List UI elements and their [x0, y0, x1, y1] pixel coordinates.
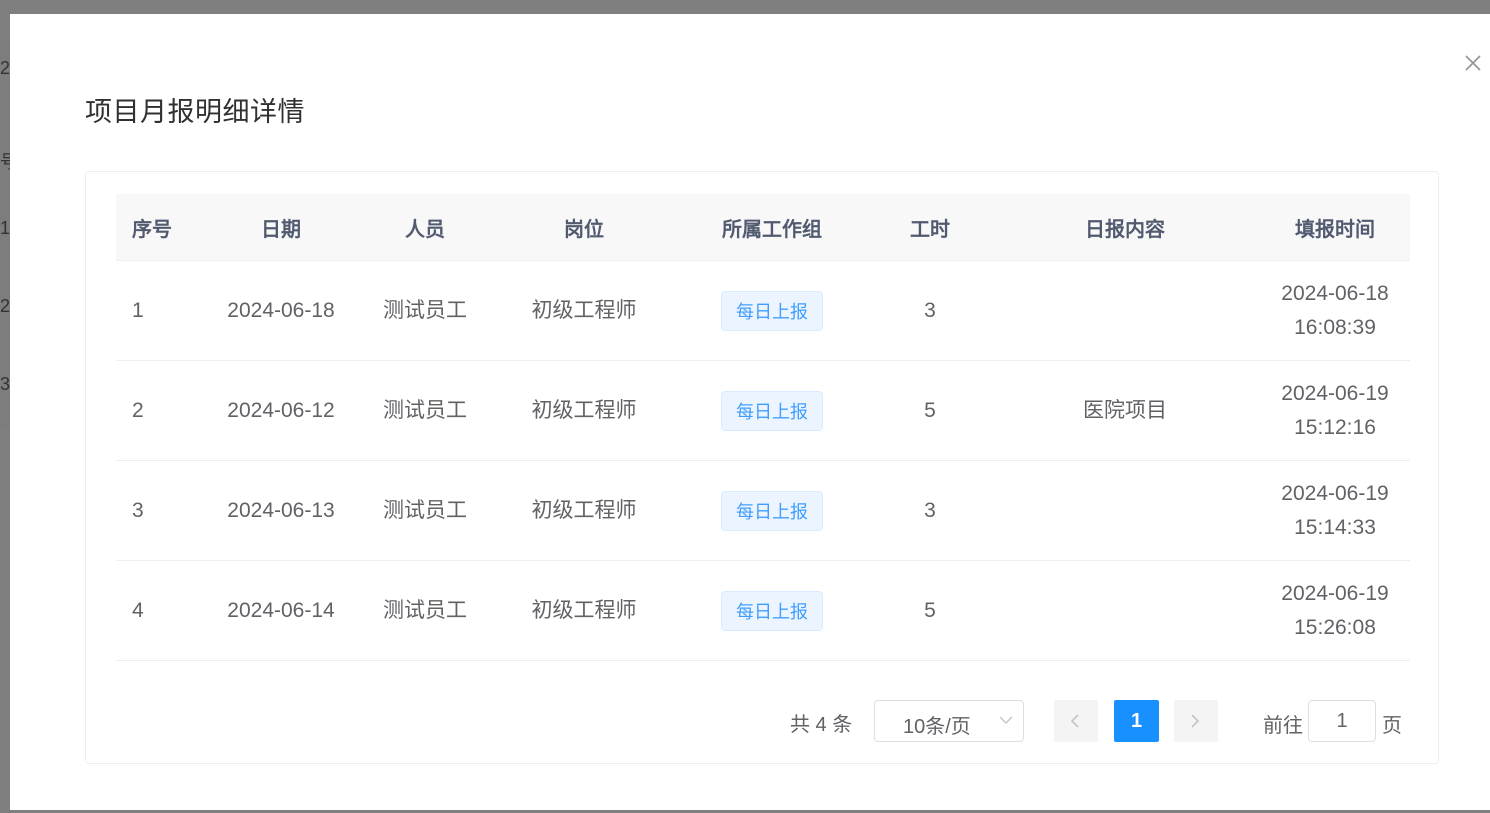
cell-hours: 5 [870, 360, 990, 461]
chevron-left-icon [1070, 714, 1079, 728]
cell-index: 3 [116, 460, 206, 561]
page-number-current[interactable]: 1 [1114, 700, 1159, 742]
cell-group: 每日上报 [674, 460, 870, 561]
cell-person: 测试员工 [356, 560, 494, 661]
column-header-content[interactable]: 日报内容 [990, 194, 1260, 261]
group-tag: 每日上报 [721, 290, 823, 331]
cell-position: 初级工程师 [494, 260, 674, 361]
column-header-person[interactable]: 人员 [356, 194, 494, 261]
filled-date: 2024-06-19 [1281, 381, 1389, 405]
goto-label: 前往 [1263, 715, 1303, 737]
filled-time: 15:12:16 [1294, 415, 1376, 439]
next-page-button[interactable] [1174, 700, 1218, 742]
column-header-filled-time[interactable]: 填报时间 [1260, 194, 1410, 261]
table-row[interactable]: 4 2024-06-14 测试员工 初级工程师 每日上报 5 2024-06-1… [116, 560, 1410, 661]
chevron-right-icon [1191, 714, 1200, 728]
cell-date: 2024-06-12 [206, 360, 356, 461]
cell-group: 每日上报 [674, 260, 870, 361]
filled-time: 15:26:08 [1294, 615, 1376, 639]
close-icon[interactable] [1462, 52, 1484, 74]
page-size-value: 10条/页 [903, 716, 971, 738]
cell-index: 4 [116, 560, 206, 661]
cell-group: 每日上报 [674, 560, 870, 661]
cell-person: 测试员工 [356, 260, 494, 361]
table-card: 序号 日期 人员 岗位 所属工作组 工时 日报内容 填报时间 1 2024-06… [85, 171, 1439, 764]
cell-filled-time: 2024-06-19 15:26:08 [1260, 560, 1410, 661]
detail-dialog: 项目月报明细详情 序号 日期 人员 岗位 所属工作组 工时 日报内容 填报时间 [10, 14, 1490, 810]
background-fragment-text: 2 [0, 296, 11, 316]
cell-filled-time: 2024-06-19 15:14:33 [1260, 460, 1410, 561]
column-header-date[interactable]: 日期 [206, 194, 356, 261]
background-table-fragment: 2 号 1 2 3 [0, 40, 18, 430]
cell-person: 测试员工 [356, 360, 494, 461]
cell-position: 初级工程师 [494, 460, 674, 561]
cell-position: 初级工程师 [494, 560, 674, 661]
page-size-select[interactable]: 10条/页 [874, 700, 1024, 742]
table-header-row: 序号 日期 人员 岗位 所属工作组 工时 日报内容 填报时间 [116, 194, 1410, 261]
detail-table: 序号 日期 人员 岗位 所属工作组 工时 日报内容 填报时间 1 2024-06… [116, 194, 1410, 661]
cell-date: 2024-06-18 [206, 260, 356, 361]
table-row[interactable]: 3 2024-06-13 测试员工 初级工程师 每日上报 3 2024-06-1… [116, 460, 1410, 561]
filled-date: 2024-06-19 [1281, 581, 1389, 605]
dialog-title: 项目月报明细详情 [85, 97, 305, 127]
cell-hours: 5 [870, 560, 990, 661]
cell-index: 2 [116, 360, 206, 461]
cell-date: 2024-06-14 [206, 560, 356, 661]
cell-filled-time: 2024-06-19 15:12:16 [1260, 360, 1410, 461]
pagination: 共 4 条 10条/页 1 前往 页 [86, 700, 1440, 742]
group-tag: 每日上报 [721, 590, 823, 631]
filled-time: 16:08:39 [1294, 315, 1376, 339]
pagination-total: 共 4 条 [790, 714, 853, 736]
chevron-down-icon [999, 716, 1013, 724]
cell-content: 医院项目 [990, 360, 1260, 461]
cell-hours: 3 [870, 460, 990, 561]
page-suffix-label: 页 [1382, 715, 1402, 737]
group-tag: 每日上报 [721, 490, 823, 531]
cell-filled-time: 2024-06-18 16:08:39 [1260, 260, 1410, 361]
background-fragment-text: 1 [0, 218, 11, 238]
cell-group: 每日上报 [674, 360, 870, 461]
table-row[interactable]: 2 2024-06-12 测试员工 初级工程师 每日上报 5 医院项目 2024… [116, 360, 1410, 461]
column-header-index[interactable]: 序号 [116, 194, 206, 261]
prev-page-button[interactable] [1054, 700, 1098, 742]
filled-date: 2024-06-19 [1281, 481, 1389, 505]
cell-hours: 3 [870, 260, 990, 361]
cell-content [990, 460, 1260, 561]
filled-time: 15:14:33 [1294, 515, 1376, 539]
cell-content [990, 560, 1260, 661]
goto-page-input[interactable] [1308, 700, 1376, 742]
cell-content [990, 260, 1260, 361]
table-row[interactable]: 1 2024-06-18 测试员工 初级工程师 每日上报 3 2024-06-1… [116, 260, 1410, 361]
background-fragment-text: 3 [0, 374, 11, 394]
cell-person: 测试员工 [356, 460, 494, 561]
column-header-hours[interactable]: 工时 [870, 194, 990, 261]
background-fragment-text: 2 [0, 58, 11, 78]
filled-date: 2024-06-18 [1281, 281, 1389, 305]
cell-date: 2024-06-13 [206, 460, 356, 561]
cell-index: 1 [116, 260, 206, 361]
column-header-group[interactable]: 所属工作组 [674, 194, 870, 261]
cell-position: 初级工程师 [494, 360, 674, 461]
column-header-position[interactable]: 岗位 [494, 194, 674, 261]
group-tag: 每日上报 [721, 390, 823, 431]
